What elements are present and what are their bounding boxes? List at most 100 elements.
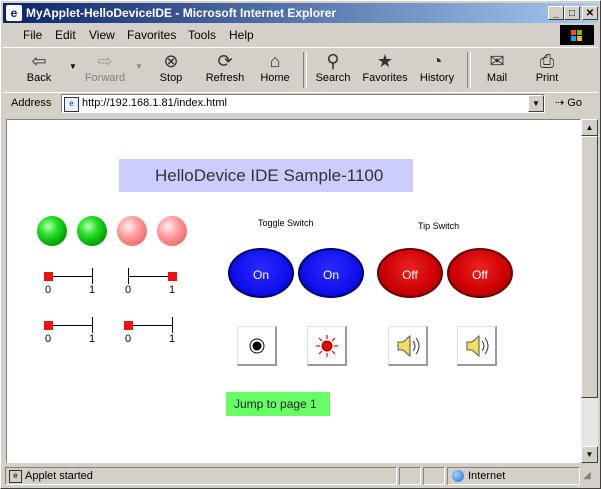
slider-3[interactable]: 0 1 xyxy=(43,315,96,351)
stop-button[interactable]: ⊗ Stop xyxy=(143,50,199,90)
applet-status-icon: e xyxy=(9,470,22,483)
slider-2[interactable]: 0 1 xyxy=(123,266,177,302)
speaker-icon xyxy=(466,334,489,358)
zone-pane: Internet xyxy=(447,467,580,485)
close-button[interactable]: ✕ xyxy=(582,6,598,20)
status-bar: e Applet started Internet ◢ xyxy=(3,466,598,486)
window-title: MyApplet-HelloDeviceIDE - Microsoft Inte… xyxy=(26,6,337,20)
slider-knob[interactable] xyxy=(44,321,53,330)
tip-switch-1[interactable]: Off xyxy=(377,248,443,298)
minimize-button[interactable]: _ xyxy=(548,6,564,20)
history-icon: ◔ xyxy=(431,51,443,71)
forward-button[interactable]: ⇨ Forward xyxy=(77,50,133,90)
maximize-button[interactable]: □ xyxy=(564,6,580,20)
slider-knob[interactable] xyxy=(168,272,177,281)
address-label: Address xyxy=(11,97,52,109)
resize-grip-icon[interactable]: ◢ xyxy=(583,470,591,481)
scroll-up-icon[interactable]: ▲ xyxy=(581,119,598,136)
slider-max-label: 1 xyxy=(169,333,176,345)
speaker-icon xyxy=(397,334,420,358)
menu-favorites[interactable]: Favorites xyxy=(127,28,176,42)
menu-bar: File Edit View Favorites Tools Help xyxy=(3,25,598,45)
slider-track xyxy=(48,276,92,277)
home-icon: ⌂ xyxy=(269,51,281,71)
alarm-light-button[interactable] xyxy=(307,326,347,366)
speaker-button-2[interactable] xyxy=(457,326,497,366)
slider-4[interactable]: 0 1 xyxy=(123,315,176,351)
toggle-switch-label: Toggle Switch xyxy=(258,218,314,228)
led-3 xyxy=(117,216,147,246)
slider-track xyxy=(48,325,92,326)
mail-button[interactable]: ✉ Mail xyxy=(469,50,525,90)
toggle-switch-2[interactable]: On xyxy=(298,248,364,298)
scroll-down-icon[interactable]: ▼ xyxy=(581,446,598,463)
slider-tick xyxy=(128,268,129,284)
toggle-switch-1[interactable]: On xyxy=(228,248,294,298)
scroll-thumb[interactable] xyxy=(581,136,598,398)
applet-content: HelloDevice IDE Sample-1100 0 1 0 1 0 1 xyxy=(6,119,581,463)
slider-min-label: 0 xyxy=(45,333,52,345)
slider-knob[interactable] xyxy=(124,321,133,330)
alarm-light-icon xyxy=(316,335,338,357)
back-button[interactable]: ⇦ Back xyxy=(11,50,67,90)
slider-track xyxy=(128,276,172,277)
menu-file[interactable]: File xyxy=(23,28,42,42)
status-pane xyxy=(399,467,421,485)
forward-arrow-icon: ⇨ xyxy=(97,51,113,71)
go-button[interactable]: ⇢ Go xyxy=(555,96,582,109)
history-button[interactable]: ◔ History xyxy=(409,50,465,90)
forward-dropdown-icon[interactable]: ▼ xyxy=(135,62,143,71)
menu-tools[interactable]: Tools xyxy=(188,28,216,42)
refresh-button[interactable]: ⟳ Refresh xyxy=(197,50,253,90)
led-4 xyxy=(157,216,187,246)
home-button[interactable]: ⌂ Home xyxy=(247,50,303,90)
menu-help[interactable]: Help xyxy=(229,28,254,42)
vertical-scrollbar[interactable]: ▲ ▼ xyxy=(581,119,598,463)
slider-1[interactable]: 0 1 xyxy=(43,266,96,302)
mail-icon: ✉ xyxy=(489,51,505,71)
led-2 xyxy=(77,216,107,246)
globe-icon xyxy=(452,470,464,482)
tip-switch-label: Tip Switch xyxy=(418,221,460,231)
back-dropdown-icon[interactable]: ▼ xyxy=(69,62,77,71)
refresh-icon: ⟳ xyxy=(217,51,233,71)
address-input[interactable]: e http://192.168.1.81/index.html ▼ xyxy=(61,94,545,113)
slider-tick xyxy=(92,317,93,333)
slider-knob[interactable] xyxy=(44,272,53,281)
address-bar: Address e http://192.168.1.81/index.html… xyxy=(3,92,598,115)
ie-icon: e xyxy=(6,5,22,21)
favorites-icon: ★ xyxy=(376,51,394,71)
menu-view[interactable]: View xyxy=(89,28,115,42)
windows-logo-icon xyxy=(560,25,594,45)
status-text: Applet started xyxy=(25,470,93,482)
slider-min-label: 0 xyxy=(125,284,132,296)
led-1 xyxy=(37,216,67,246)
browser-window: e MyApplet-HelloDeviceIDE - Microsoft In… xyxy=(0,0,601,489)
back-arrow-icon: ⇦ xyxy=(31,51,47,71)
toolbar: ⇦ Back ▼ ⇨ Forward ▼ ⊗ Stop ⟳ Refresh ⌂ … xyxy=(3,47,598,93)
speaker-button-1[interactable] xyxy=(388,326,428,366)
applet-header: HelloDevice IDE Sample-1100 xyxy=(119,159,413,192)
favorites-button[interactable]: ★ Favorites xyxy=(357,50,413,90)
zone-text: Internet xyxy=(468,470,506,482)
address-dropdown-icon[interactable]: ▼ xyxy=(528,95,544,112)
slider-max-label: 1 xyxy=(89,284,96,296)
jump-to-page-button[interactable]: Jump to page 1 xyxy=(226,392,330,416)
slider-tick xyxy=(172,317,173,333)
record-button[interactable] xyxy=(237,326,277,366)
slider-max-label: 1 xyxy=(89,333,96,345)
tip-switch-2[interactable]: Off xyxy=(447,248,513,298)
print-button[interactable]: ⎙ Print xyxy=(519,50,575,90)
status-text-pane: e Applet started xyxy=(5,467,397,485)
page-icon: e xyxy=(64,97,79,112)
stop-icon: ⊗ xyxy=(163,51,179,71)
address-url[interactable]: http://192.168.1.81/index.html xyxy=(82,97,227,109)
slider-tick xyxy=(92,268,93,284)
slider-max-label: 1 xyxy=(169,284,176,296)
search-button[interactable]: ⚲ Search xyxy=(305,50,361,90)
record-icon xyxy=(249,338,265,354)
slider-track xyxy=(128,325,172,326)
slider-min-label: 0 xyxy=(125,333,132,345)
search-icon: ⚲ xyxy=(326,51,340,71)
menu-edit[interactable]: Edit xyxy=(55,28,76,42)
